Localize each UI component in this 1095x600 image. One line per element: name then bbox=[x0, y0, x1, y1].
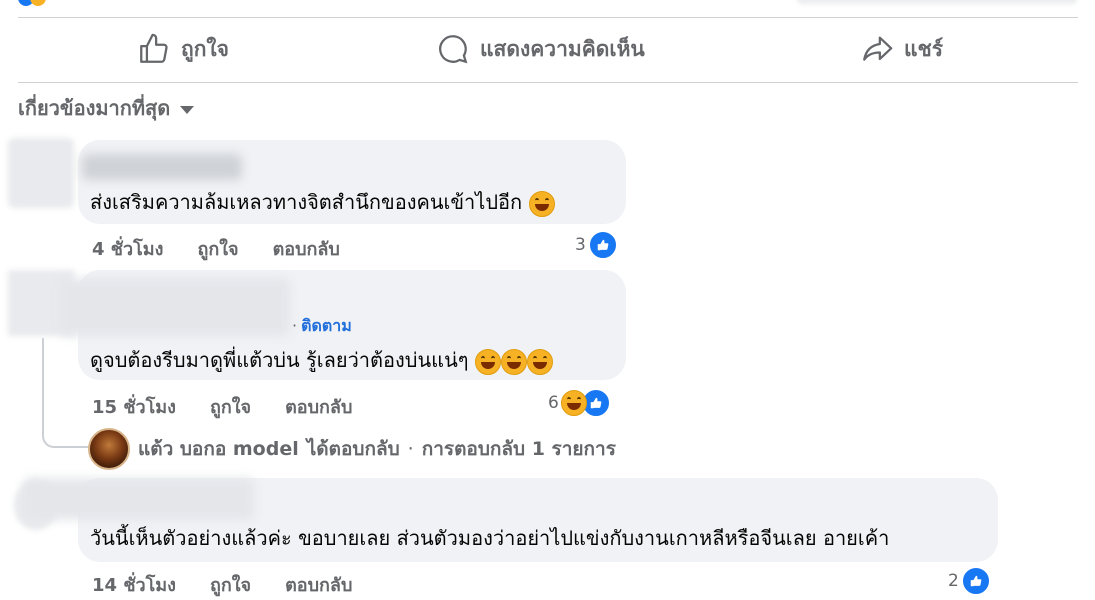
comment-reply-link[interactable]: ตอบกลับ bbox=[285, 570, 352, 599]
comment-reply-link[interactable]: ตอบกลับ bbox=[285, 392, 352, 421]
avatar[interactable] bbox=[8, 138, 74, 208]
laughing-emoji-icon bbox=[500, 348, 527, 375]
reply-count: การตอบกลับ 1 รายการ bbox=[421, 438, 616, 460]
laughing-emoji-icon bbox=[526, 348, 553, 375]
divider bbox=[18, 17, 1078, 18]
thumbs-up-icon bbox=[140, 33, 168, 63]
reply-author-name: แต้ว บอกอ model bbox=[138, 438, 299, 460]
caret-down-icon bbox=[180, 106, 195, 114]
comment-meta: 14 ชั่วโมง ถูกใจ ตอบกลับ bbox=[92, 570, 352, 599]
laughing-emoji-icon bbox=[528, 190, 555, 217]
comment-sort-label: เกี่ยวข้องมากที่สุด bbox=[18, 96, 171, 120]
comment-text-body: ดูจบต้องรีบมาดูพี่แต้วบ่น รู้เลยว่าต้องบ… bbox=[90, 348, 469, 372]
reply-action-text: ได้ตอบกลับ bbox=[306, 438, 400, 460]
follow-label: ติดตาม bbox=[301, 316, 352, 335]
commenter-name-blurred[interactable] bbox=[24, 478, 254, 520]
reaction-count: 6 bbox=[548, 393, 559, 413]
like-reaction-icon bbox=[587, 230, 618, 260]
comment-text: ส่งเสริมความล้มเหลวทางจิตสำนึกของคนเข้าไ… bbox=[90, 186, 555, 218]
comment-like-link[interactable]: ถูกใจ bbox=[210, 570, 251, 599]
comment-text: ดูจบต้องรีบมาดูพี่แต้วบ่น รู้เลยว่าต้องบ… bbox=[90, 344, 553, 376]
separator-dot: · bbox=[407, 438, 414, 460]
commenter-name-blurred[interactable] bbox=[82, 154, 242, 180]
laughing-emoji-icon bbox=[474, 348, 501, 375]
post-reaction-icons[interactable] bbox=[18, 0, 68, 6]
share-arrow-icon bbox=[863, 36, 893, 61]
comment-reactions[interactable]: 3 bbox=[575, 230, 618, 260]
comment-timestamp[interactable]: 15 ชั่วโมง bbox=[92, 392, 176, 421]
comment-timestamp[interactable]: 14 ชั่วโมง bbox=[92, 570, 176, 599]
reaction-count: 3 bbox=[575, 235, 586, 255]
comment-reply-link[interactable]: ตอบกลับ bbox=[273, 234, 340, 263]
like-button[interactable]: ถูกใจ bbox=[137, 32, 229, 66]
divider bbox=[18, 82, 1078, 83]
comment-button[interactable]: แสดงความคิดเห็น bbox=[436, 32, 645, 66]
like-button-label: ถูกใจ bbox=[181, 36, 229, 61]
reply-author-avatar bbox=[88, 428, 130, 470]
comment-button-label: แสดงความคิดเห็น bbox=[480, 36, 645, 61]
like-reaction-icon bbox=[960, 566, 991, 596]
share-button[interactable]: แชร์ bbox=[860, 32, 943, 66]
comment-reactions[interactable]: 2 bbox=[948, 566, 991, 596]
comment-text-body: ส่งเสริมความล้มเหลวทางจิตสำนึกของคนเข้าไ… bbox=[90, 190, 523, 214]
follow-link[interactable]: · ติดตาม bbox=[292, 314, 352, 339]
view-replies-link[interactable]: แต้ว บอกอ model ได้ตอบกลับ · การตอบกลับ … bbox=[88, 428, 616, 470]
haha-reaction-icon bbox=[560, 390, 587, 416]
comment-bubble-icon bbox=[439, 35, 468, 64]
comment-sort-dropdown[interactable]: เกี่ยวข้องมากที่สุด bbox=[18, 92, 195, 124]
comment-like-link[interactable]: ถูกใจ bbox=[210, 392, 251, 421]
post-stats-blurred bbox=[797, 0, 1077, 4]
reaction-count: 2 bbox=[948, 571, 959, 591]
comment-meta: 15 ชั่วโมง ถูกใจ ตอบกลับ bbox=[92, 392, 352, 421]
comment-reactions[interactable]: 6 bbox=[548, 388, 611, 418]
comment-meta: 4 ชั่วโมง ถูกใจ ตอบกลับ bbox=[92, 234, 340, 263]
comment-like-link[interactable]: ถูกใจ bbox=[197, 234, 238, 263]
share-button-label: แชร์ bbox=[904, 36, 944, 61]
commenter-name-blurred[interactable] bbox=[60, 278, 290, 336]
comment-text: วันนี้เห็นตัวอย่างแล้วค่ะ ขอบายเลย ส่วนต… bbox=[90, 526, 890, 550]
comment-timestamp[interactable]: 4 ชั่วโมง bbox=[92, 234, 163, 263]
